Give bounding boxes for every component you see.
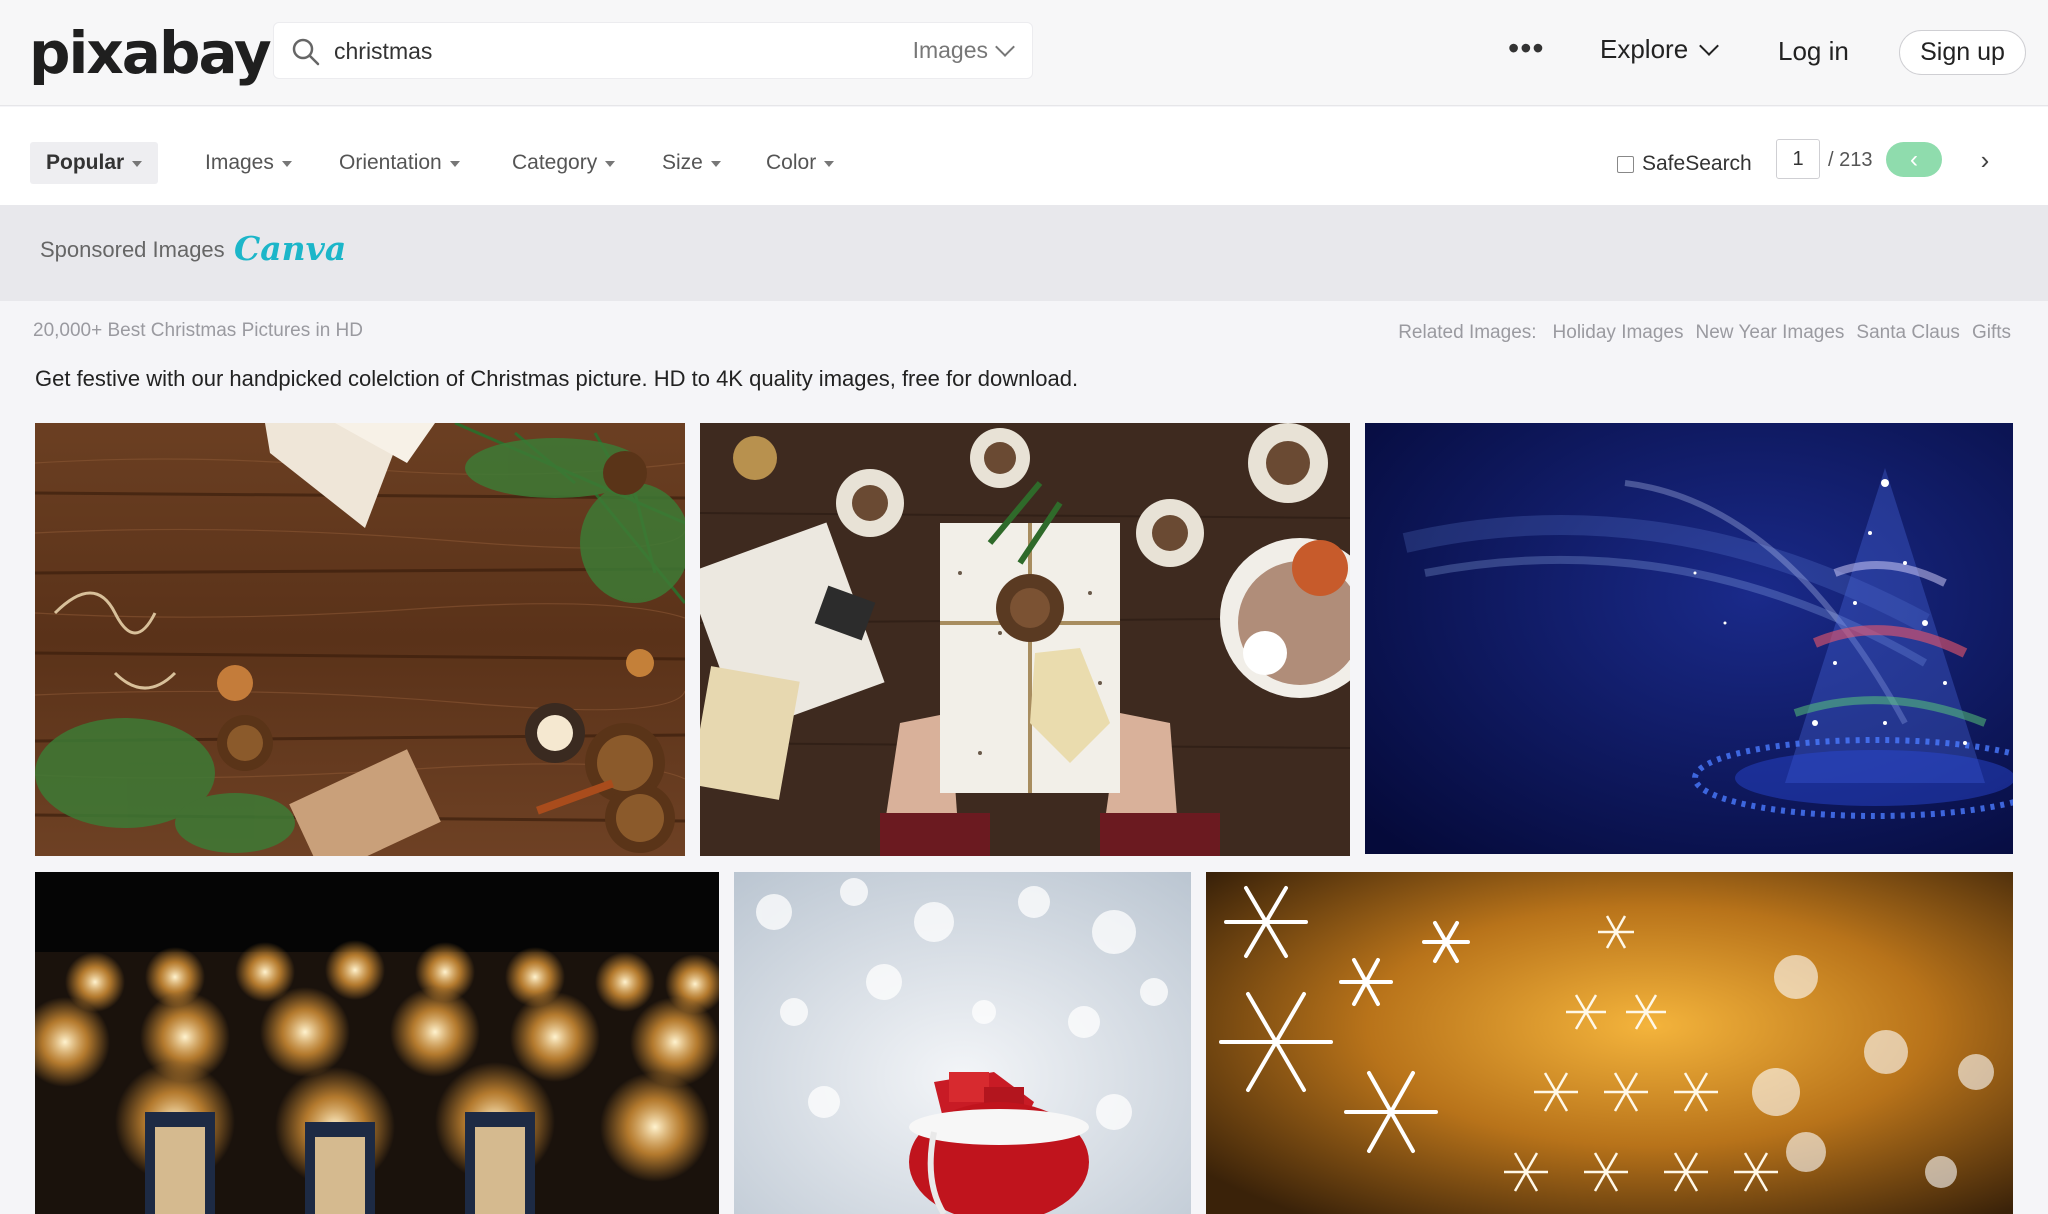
search-input[interactable] xyxy=(334,33,854,69)
caret-down-icon xyxy=(605,161,616,167)
image-blue-tree xyxy=(1365,423,2013,854)
caret-down-icon xyxy=(281,161,292,167)
image-tile[interactable] xyxy=(35,423,685,856)
canva-logo[interactable]: Canva xyxy=(234,229,346,268)
explore-menu[interactable]: Explore xyxy=(1600,34,1720,65)
filter-label: Color xyxy=(766,151,817,174)
caret-down-icon xyxy=(132,161,143,167)
related-link-new-year[interactable]: New Year Images xyxy=(1696,322,1845,344)
chevron-down-icon xyxy=(1699,35,1720,56)
related-link-holiday[interactable]: Holiday Images xyxy=(1553,322,1684,344)
image-lanterns xyxy=(35,872,719,1214)
caret-down-icon xyxy=(449,161,460,167)
prev-page-button[interactable]: ‹ xyxy=(1886,142,1942,177)
caret-down-icon xyxy=(824,161,835,167)
explore-label: Explore xyxy=(1600,34,1689,64)
chevron-down-icon xyxy=(995,36,1015,57)
safesearch-label: SafeSearch xyxy=(1642,152,1752,175)
page-description: Get festive with our handpicked colelcti… xyxy=(35,366,1079,391)
image-gold-snowflakes xyxy=(1206,872,2013,1214)
more-menu-icon[interactable]: ••• xyxy=(1508,32,1545,64)
next-page-button[interactable]: › xyxy=(1972,145,1998,175)
signup-button[interactable]: Sign up xyxy=(1899,30,2026,75)
filter-label: Orientation xyxy=(339,151,442,174)
image-tile[interactable] xyxy=(35,872,719,1214)
safesearch-checkbox[interactable] xyxy=(1617,155,1634,173)
sponsored-label: Sponsored Images xyxy=(40,237,225,262)
sort-dropdown[interactable]: Popular xyxy=(30,142,159,184)
page-title: 20,000+ Best Christmas Pictures in HD xyxy=(33,320,363,341)
search-bar: Images xyxy=(273,22,1033,79)
search-icon[interactable] xyxy=(290,36,322,68)
filter-color[interactable]: Color xyxy=(766,142,835,184)
related-images: Related Images: Holiday Images New Year … xyxy=(1398,322,2011,344)
image-tile[interactable] xyxy=(700,423,1350,856)
pixabay-logo[interactable]: pixabay xyxy=(29,22,272,84)
safesearch-toggle[interactable]: SafeSearch xyxy=(1617,152,1752,176)
search-type-label: Images xyxy=(912,37,988,63)
filter-category[interactable]: Category xyxy=(512,142,616,184)
related-label: Related Images: xyxy=(1398,322,1537,343)
image-santa-sack xyxy=(734,872,1191,1214)
filter-images[interactable]: Images xyxy=(205,142,292,184)
image-tile[interactable] xyxy=(1365,423,2013,854)
top-header: pixabay Images ••• Explore Log in Sign u… xyxy=(0,0,2048,106)
image-tile[interactable] xyxy=(734,872,1191,1214)
filter-label: Size xyxy=(662,151,703,174)
related-link-santa[interactable]: Santa Claus xyxy=(1856,322,1960,344)
filter-bar: Popular Images Orientation Category Size… xyxy=(0,107,2048,205)
filter-label: Category xyxy=(512,151,598,174)
filter-label: Images xyxy=(205,151,274,174)
related-link-gifts[interactable]: Gifts xyxy=(1972,322,2011,344)
image-wooden-table xyxy=(35,423,685,856)
search-type-dropdown[interactable]: Images xyxy=(912,36,1015,64)
login-link[interactable]: Log in xyxy=(1778,36,1849,67)
page-number-input[interactable] xyxy=(1776,139,1820,179)
sort-label: Popular xyxy=(46,151,125,174)
filter-orientation[interactable]: Orientation xyxy=(339,142,460,184)
page-total: / 213 xyxy=(1828,149,1873,171)
image-tile[interactable] xyxy=(1206,872,2013,1214)
filter-size[interactable]: Size xyxy=(662,142,721,184)
caret-down-icon xyxy=(710,161,721,167)
image-gift-hands xyxy=(700,423,1350,856)
sponsored-banner: Sponsored Images Canva xyxy=(0,205,2048,301)
